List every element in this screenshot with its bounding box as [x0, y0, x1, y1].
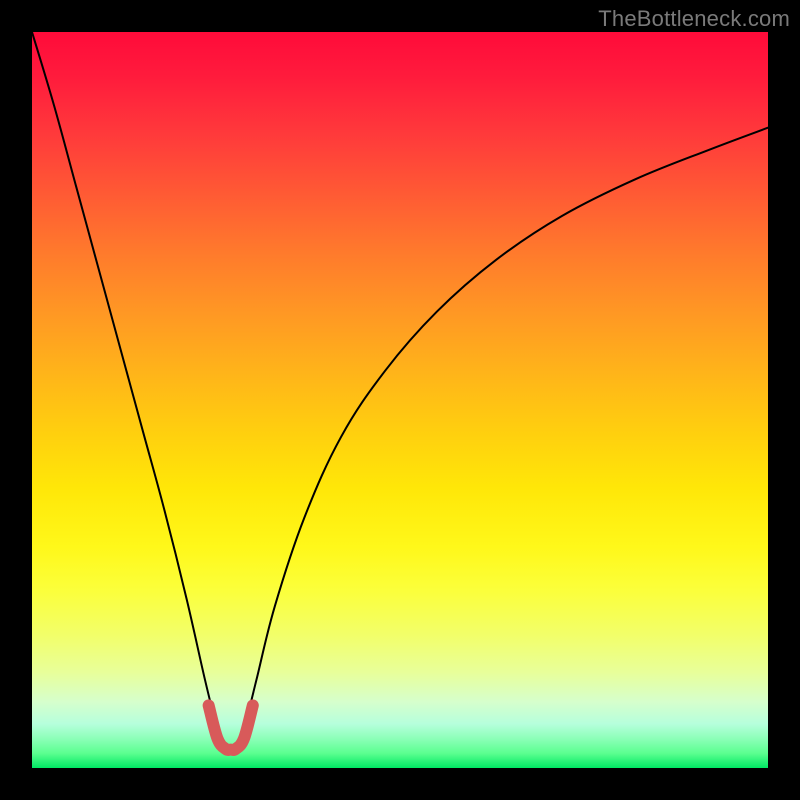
plot-area	[32, 32, 768, 768]
chart-frame: TheBottleneck.com	[0, 0, 800, 800]
notch-highlight	[209, 705, 253, 750]
curve-layer	[32, 32, 768, 768]
bottleneck-curve	[32, 32, 768, 750]
watermark-text: TheBottleneck.com	[598, 6, 790, 32]
